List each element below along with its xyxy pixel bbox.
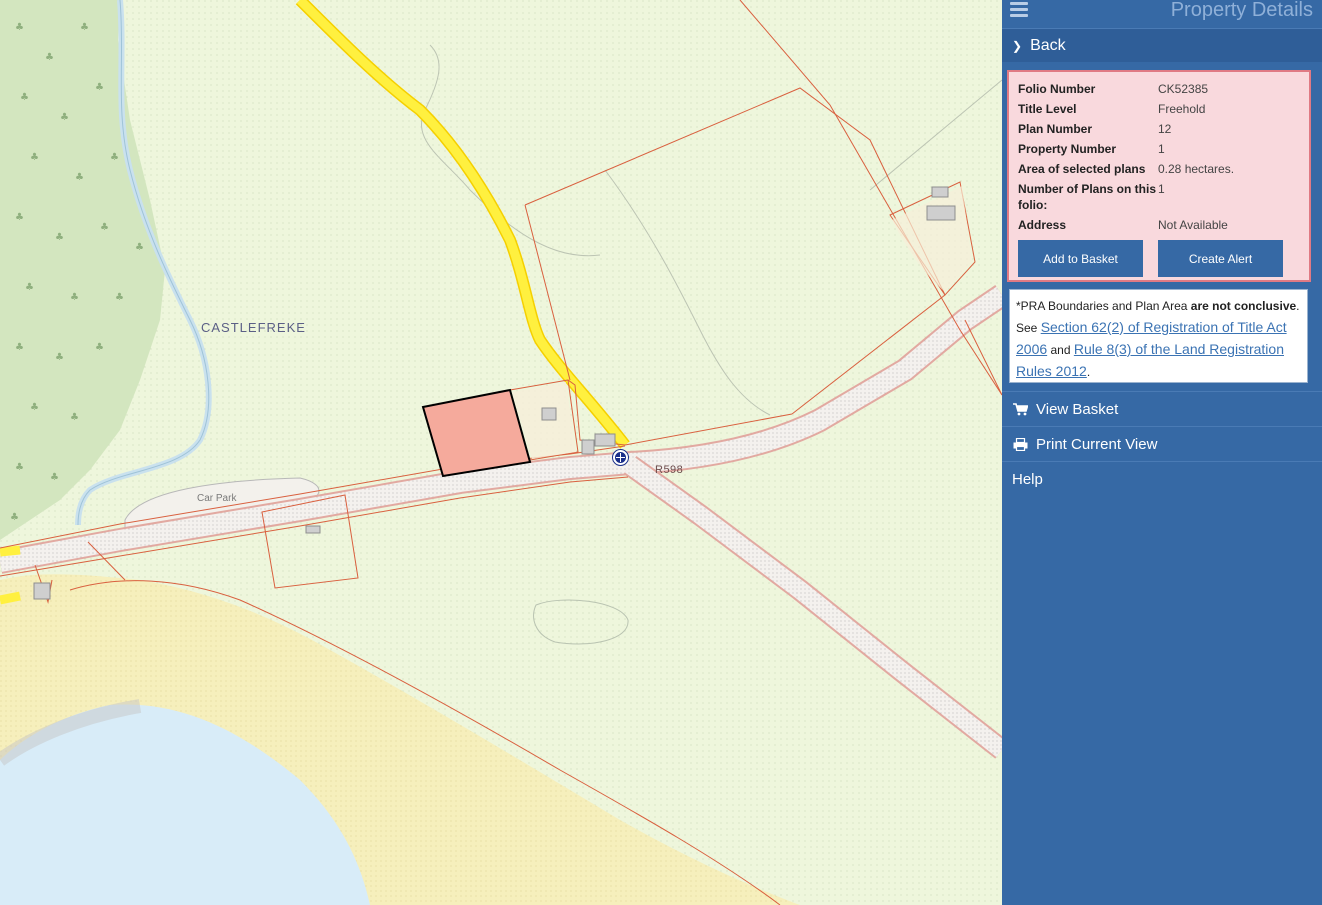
title-level-value: Freehold: [1158, 102, 1206, 116]
svg-text:♣: ♣: [50, 472, 59, 483]
detail-row: Folio Number CK52385: [1018, 79, 1300, 99]
svg-text:♣: ♣: [30, 152, 39, 163]
svg-text:♣: ♣: [25, 282, 34, 293]
location-marker-icon[interactable]: [613, 450, 628, 465]
svg-text:♣: ♣: [80, 22, 89, 33]
svg-text:♣: ♣: [95, 342, 104, 353]
svg-text:♣: ♣: [110, 152, 119, 163]
plans-count-value: 1: [1158, 182, 1165, 196]
print-current-view-item[interactable]: Print Current View: [1002, 426, 1322, 461]
svg-text:♣: ♣: [15, 212, 24, 223]
card-buttons: Add to Basket Create Alert: [1018, 240, 1300, 277]
detail-row: Property Number 1: [1018, 139, 1300, 159]
svg-text:♣: ♣: [95, 82, 104, 93]
svg-text:♣: ♣: [70, 412, 79, 423]
disclaimer-prefix: *PRA Boundaries and Plan Area: [1016, 299, 1191, 313]
print-icon: [1012, 437, 1028, 451]
property-number-label: Property Number: [1018, 142, 1117, 156]
plan-number-value: 12: [1158, 122, 1172, 136]
svg-text:♣: ♣: [55, 232, 64, 243]
svg-text:♣: ♣: [15, 22, 24, 33]
add-to-basket-button[interactable]: Add to Basket: [1018, 240, 1143, 277]
map-view[interactable]: ♣ ♣ ♣ ♣ ♣ ♣ ♣ ♣ ♣ ♣ ♣ ♣ ♣ ♣ ♣ ♣ ♣ ♣ ♣ ♣ ♣ ♣ ♣ ♣: [0, 0, 1002, 905]
plan-number-label: Plan Number: [1018, 122, 1093, 136]
view-basket-item[interactable]: View Basket: [1002, 391, 1322, 426]
panel-header: Property Details: [1002, 0, 1322, 28]
create-alert-button[interactable]: Create Alert: [1158, 240, 1283, 277]
folio-number-label: Folio Number: [1018, 82, 1096, 96]
svg-text:♣: ♣: [60, 112, 69, 123]
plans-count-label: Number of Plans on this folio:: [1018, 182, 1157, 212]
detail-row: Number of Plans on this folio: 1: [1018, 179, 1300, 215]
address-value: Not Available: [1158, 218, 1228, 232]
help-item[interactable]: Help: [1002, 461, 1322, 496]
print-current-view-label: Print Current View: [1036, 435, 1158, 453]
title-level-label: Title Level: [1018, 102, 1077, 116]
address-label: Address: [1018, 218, 1067, 232]
view-basket-label: View Basket: [1036, 400, 1119, 418]
svg-text:♣: ♣: [15, 462, 24, 473]
hamburger-menu-icon[interactable]: [1010, 2, 1028, 18]
svg-text:♣: ♣: [45, 52, 54, 63]
svg-text:♣: ♣: [115, 292, 124, 303]
disclaimer-box: *PRA Boundaries and Plan Area are not co…: [1009, 289, 1308, 383]
property-panel: Property Details ❯ Back Folio Number CK5…: [1002, 0, 1322, 905]
back-button[interactable]: ❯ Back: [1002, 28, 1322, 62]
help-label: Help: [1012, 470, 1043, 488]
detail-row: Area of selected plans 0.28 hectares.: [1018, 159, 1300, 179]
detail-row: Plan Number 12: [1018, 119, 1300, 139]
svg-text:♣: ♣: [135, 242, 144, 253]
svg-text:♣: ♣: [10, 512, 19, 523]
selected-parcel: [421, 388, 532, 478]
map-canvas: ♣ ♣ ♣ ♣ ♣ ♣ ♣ ♣ ♣ ♣ ♣ ♣ ♣ ♣ ♣ ♣ ♣ ♣ ♣ ♣ ♣ ♣ ♣ ♣: [0, 0, 1002, 905]
property-number-value: 1: [1158, 142, 1165, 156]
area-value: 0.28 hectares.: [1158, 162, 1235, 176]
svg-text:♣: ♣: [20, 92, 29, 103]
disclaimer-and: and: [1047, 343, 1074, 357]
svg-text:♣: ♣: [70, 292, 79, 303]
svg-text:♣: ♣: [15, 342, 24, 353]
back-label: Back: [1030, 36, 1066, 54]
cart-icon: [1012, 402, 1028, 416]
area-label: Area of selected plans: [1018, 162, 1146, 176]
svg-text:♣: ♣: [100, 222, 109, 233]
disclaimer-bold: are not conclusive: [1190, 299, 1297, 313]
svg-text:♣: ♣: [30, 402, 39, 413]
panel-menu: View Basket Print Current View Help: [1002, 391, 1322, 496]
chevron-right-icon: ❯: [1012, 38, 1023, 53]
panel-title: Property Details: [1170, 0, 1313, 21]
svg-text:♣: ♣: [55, 352, 64, 363]
svg-text:♣: ♣: [75, 172, 84, 183]
folio-number-value: CK52385: [1158, 82, 1209, 96]
disclaimer-suffix: .: [1086, 365, 1091, 379]
detail-row: Address Not Available: [1018, 215, 1300, 235]
property-details-card: Folio Number CK52385 Title Level Freehol…: [1007, 70, 1311, 282]
detail-row: Title Level Freehold: [1018, 99, 1300, 119]
